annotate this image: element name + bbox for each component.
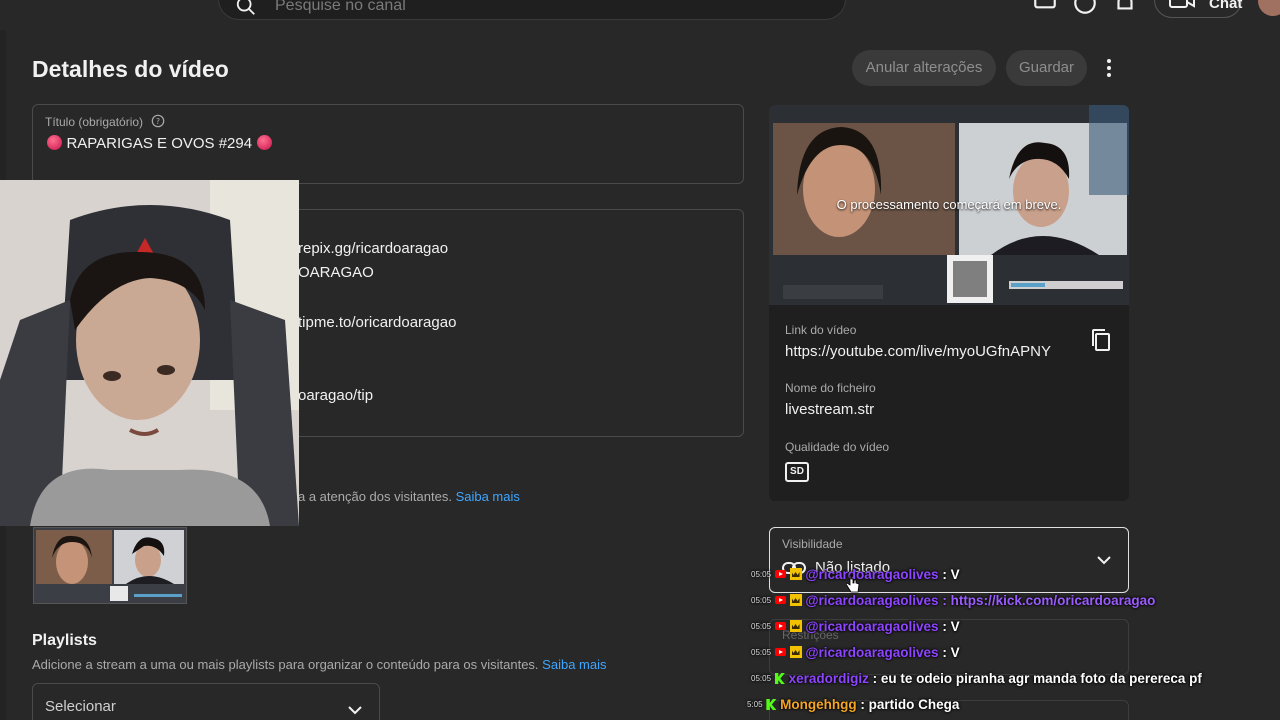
chat-text: : V xyxy=(942,567,960,582)
search-icon[interactable] xyxy=(235,0,257,17)
webcam-image xyxy=(0,180,299,526)
chat-time: 05:05 xyxy=(751,570,772,579)
red-dot-emoji xyxy=(256,135,272,150)
svg-text:?: ? xyxy=(155,117,159,126)
playlist-select-label: Selecionar xyxy=(45,698,116,715)
video-link-label: Link do vídeo xyxy=(785,323,857,337)
thumbnail-image xyxy=(34,528,186,603)
chat-user: Mongehhgg xyxy=(780,697,857,712)
title-field-label: Título (obrigatório) xyxy=(45,115,144,129)
playlists-heading: Playlists xyxy=(32,632,97,649)
chat-user: @ricardoaragaolives xyxy=(805,593,939,608)
chat-text: : partido Chega xyxy=(860,697,960,712)
webcam-overlay xyxy=(0,180,299,526)
chat-message: 5:05 Mongehhgg : partido Chega xyxy=(747,697,959,717)
create-video-icon xyxy=(1169,0,1195,8)
playlists-subtitle-text: Adicione a stream a uma ou mais playlist… xyxy=(32,657,539,672)
chat-text: : https://kick.com/oricardoaragao xyxy=(942,593,1156,608)
filename-value: livestream.str xyxy=(785,401,875,418)
chat-text: : V xyxy=(942,619,960,634)
video-link[interactable]: https://youtube.com/live/myoUGfnAPNY xyxy=(785,343,1051,360)
chat-text: : V xyxy=(942,645,960,660)
sd-icon: SD xyxy=(785,462,809,482)
youtube-icon xyxy=(774,596,786,604)
save-button[interactable]: Guardar xyxy=(1006,50,1087,86)
title-field[interactable]: Título (obrigatório) ? RAPARIGAS E OVOS … xyxy=(32,104,744,184)
kick-icon xyxy=(774,673,785,684)
top-bar: Pesquise no canal Chat xyxy=(0,0,1280,22)
learn-more-link[interactable]: Saiba mais xyxy=(456,489,520,504)
thumbnail-hint-text: a a atenção dos visitantes. xyxy=(298,489,452,504)
chat-message: 05:05 @ricardoaragaolives : https://kick… xyxy=(751,593,1155,613)
help-circle-icon[interactable]: ? xyxy=(151,114,165,128)
chat-user: @ricardoaragaolives xyxy=(805,619,939,634)
playlist-select[interactable]: Selecionar xyxy=(32,683,380,720)
kick-icon xyxy=(766,699,777,710)
visibility-label: Visibilidade xyxy=(782,537,843,551)
video-quality-label: Qualidade do vídeo xyxy=(785,440,890,454)
video-preview[interactable]: O processamento começará em breve. xyxy=(769,105,1129,305)
crown-icon xyxy=(789,646,802,658)
description-line: repix.gg/ricardoaragao xyxy=(298,240,449,257)
description-line: oaragao/tip xyxy=(298,387,374,404)
chat-message: 05:05 @ricardoaragaolives : V xyxy=(751,619,960,639)
more-vert-icon[interactable] xyxy=(1100,56,1118,80)
video-preview-card: O processamento começará em breve. Link … xyxy=(769,105,1129,501)
help-icon[interactable] xyxy=(1072,0,1098,16)
thumbnail-hint: a a atenção dos visitantes. Saiba mais xyxy=(298,489,520,504)
chevron-down-icon xyxy=(1097,556,1111,565)
chat-time: 5:05 xyxy=(747,700,763,709)
chat-time: 05:05 xyxy=(751,596,772,605)
chat-user: @ricardoaragaolives xyxy=(805,567,939,582)
crown-icon xyxy=(789,568,802,580)
chat-message: 05:05 @ricardoaragaolives : V xyxy=(751,645,960,665)
filename-label: Nome do ficheiro xyxy=(785,381,876,395)
crown-icon xyxy=(789,594,802,606)
create-button[interactable]: Chat xyxy=(1154,0,1242,18)
crown-icon xyxy=(789,620,802,632)
page-title: Detalhes do vídeo xyxy=(32,56,229,82)
youtube-icon xyxy=(774,622,786,630)
description-line: OARAGAO xyxy=(298,264,374,281)
copy-icon[interactable] xyxy=(1090,328,1112,352)
comment-icon[interactable] xyxy=(1032,0,1058,16)
youtube-icon xyxy=(774,648,786,656)
avatar[interactable] xyxy=(1258,0,1280,16)
undo-changes-button[interactable]: Anular alterações xyxy=(852,50,996,86)
processing-message: O processamento começará em breve. xyxy=(836,197,1062,212)
create-button-label: Chat xyxy=(1209,0,1243,12)
playlists-subtitle: Adicione a stream a uma ou mais playlist… xyxy=(32,657,606,672)
search-placeholder[interactable]: Pesquise no canal xyxy=(275,0,406,15)
chat-time: 05:05 xyxy=(751,648,772,657)
bell-icon[interactable] xyxy=(1112,0,1138,16)
playlists-learn-more-link[interactable]: Saiba mais xyxy=(542,657,606,672)
thumbnail-option[interactable] xyxy=(33,527,187,604)
chevron-down-icon xyxy=(348,706,362,715)
chat-time: 05:05 xyxy=(751,622,772,631)
chat-user: xeradordigiz xyxy=(788,671,869,686)
mouse-pointer-icon xyxy=(846,574,860,593)
chat-user: @ricardoaragaolives xyxy=(805,645,939,660)
chat-message: 05:05 xeradordigiz : eu te odeio piranha… xyxy=(751,671,1202,691)
youtube-icon xyxy=(774,570,786,578)
description-line: tipme.to/oricardoaragao xyxy=(298,314,457,331)
red-dot-emoji xyxy=(47,135,62,150)
chat-text: : eu te odeio piranha agr manda foto da … xyxy=(872,671,1202,686)
search-box[interactable]: Pesquise no canal xyxy=(218,0,846,20)
chat-time: 05:05 xyxy=(751,674,772,683)
title-value[interactable]: RAPARIGAS E OVOS #294 xyxy=(66,135,252,152)
